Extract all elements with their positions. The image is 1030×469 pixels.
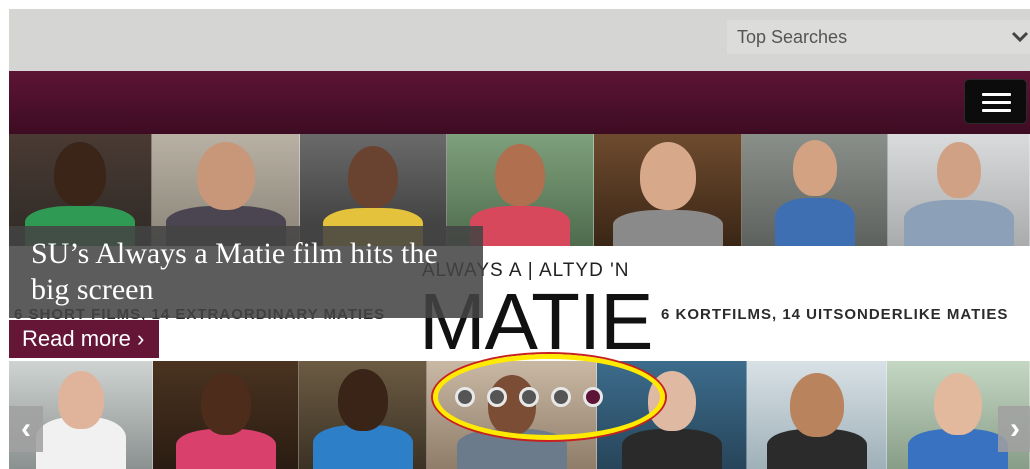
chevron-left-icon: ‹ [21,412,31,445]
chevron-right-icon: › [1010,412,1020,445]
portrait-photo [153,361,299,469]
top-searches-label: Top Searches [737,26,848,47]
slide-caption-title: SU’s Always a Matie film hits the big sc… [31,237,438,306]
read-more-button[interactable]: Read more › [9,320,159,358]
portrait-photo [888,134,1030,246]
slide-caption: SU’s Always a Matie film hits the big sc… [9,226,483,318]
chevron-down-icon [1011,31,1029,43]
hamburger-menu-button[interactable] [964,79,1027,124]
portrait-photo [747,361,887,469]
annotation-highlight-ellipse [433,354,665,440]
portrait-photo [742,134,888,246]
portrait-photo [594,134,742,246]
next-slide-button[interactable]: › [998,406,1030,452]
main-navbar [9,71,1030,134]
top-bar: Top Searches [9,9,1030,71]
tagline-afrikaans: 6 KORTFILMS, 14 UITSONDERLIKE MATIES [661,306,1009,323]
top-searches-select[interactable]: Top Searches [727,20,1030,54]
hero-slider: 6 SHORT FILMS, 14 EXTRAORDINARY MATIES A… [9,134,1030,469]
portrait-photo [299,361,427,469]
previous-slide-button[interactable]: ‹ [9,406,43,452]
